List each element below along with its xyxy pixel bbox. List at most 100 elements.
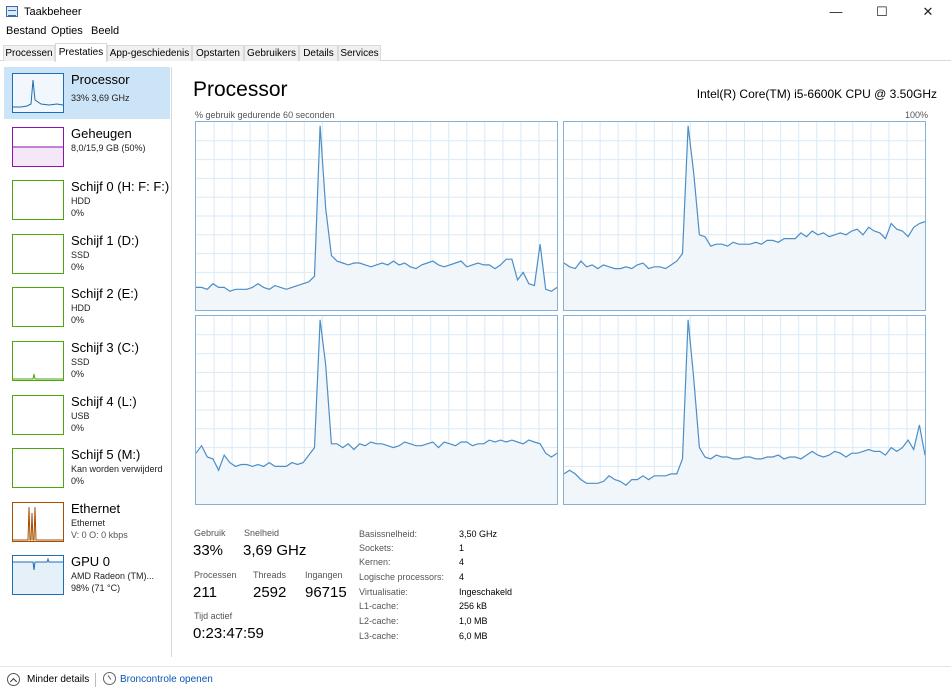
processor-thumbnail [12, 73, 64, 113]
spec-value: 1,0 MB [459, 616, 488, 626]
spec-label: L1-cache: [359, 601, 399, 611]
threads-label: Threads [253, 570, 287, 580]
sidebar-item-processor[interactable]: Processor 33% 3,69 GHz [4, 67, 170, 119]
sidebar-item-usage: V: 0 O: 0 kbps [71, 530, 128, 540]
sidebar-item-title: Schijf 1 (D:) [71, 233, 139, 248]
sidebar-item-gpu-0[interactable]: GPU 0 AMD Radeon (TM)... 98% (71 °C) [4, 549, 170, 601]
tab-gebruikers[interactable]: Gebruikers [244, 45, 299, 61]
spec-label: Logische processors: [359, 572, 445, 582]
sidebar-item-title: Schijf 4 (L:) [71, 394, 137, 409]
sidebar-item-ethernet[interactable]: Ethernet Ethernet V: 0 O: 0 kbps [4, 496, 170, 548]
sidebar-item-usage: 0% [71, 476, 85, 486]
ethernet-thumbnail [12, 502, 64, 542]
minimize-button[interactable]: — [813, 0, 859, 24]
sidebar-item-schijf-3[interactable]: Schijf 3 (C:) SSD 0% [4, 335, 170, 387]
sidebar-item-usage: 0% [71, 423, 85, 433]
cpu-core-3-chart [564, 316, 925, 504]
sidebar-item-detail: Ethernet [71, 518, 106, 528]
maximize-button[interactable]: ☐ [859, 0, 905, 24]
gpu-thumbnail [12, 555, 64, 595]
chevron-up-icon[interactable] [7, 673, 20, 686]
disk-thumbnail [12, 234, 64, 274]
cpu-model-name: Intel(R) Core(TM) i5-6600K CPU @ 3.50GHz [696, 87, 937, 101]
sidebar-item-title: Schijf 5 (M:) [71, 447, 141, 462]
window-title: Taakbeheer [24, 6, 82, 18]
task-manager-icon [6, 6, 18, 17]
sidebar-item-schijf-4[interactable]: Schijf 4 (L:) USB 0% [4, 389, 170, 441]
sidebar-item-detail: SSD [71, 250, 90, 260]
sidebar-item-usage: 0% [71, 208, 85, 218]
spec-label: L2-cache: [359, 616, 399, 626]
uptime-value: 0:23:47:59 [193, 625, 264, 642]
spec-value: 1 [459, 543, 465, 553]
menu-opties[interactable]: Opties [51, 25, 83, 37]
sidebar-item-geheugen[interactable]: Geheugen 8,0/15,9 GB (50%) [4, 121, 170, 173]
footer-bar: Minder details Broncontrole openen [0, 666, 951, 692]
sidebar-item-schijf-5[interactable]: Schijf 5 (M:) Kan worden verwijderd 0% [4, 442, 170, 494]
spec-label: Sockets: [359, 543, 394, 553]
graph-caption: % gebruik gedurende 60 seconden [195, 110, 335, 120]
sidebar-item-title: GPU 0 [71, 554, 111, 569]
tab-processen[interactable]: Processen [3, 45, 55, 61]
sidebar-item-title: Schijf 2 (E:) [71, 286, 139, 301]
tab-prestaties[interactable]: Prestaties [55, 43, 107, 62]
memory-thumbnail [12, 127, 64, 167]
resource-monitor-icon [103, 672, 116, 685]
disk-thumbnail [12, 395, 64, 435]
title-bar: Taakbeheer — ☐ ✕ [0, 0, 951, 24]
processes-label: Processen [194, 570, 237, 580]
spec-value: 4 [459, 572, 465, 582]
spec-label: L3-cache: [359, 631, 399, 641]
graph-max-label: 100% [905, 110, 929, 120]
sidebar-item-detail: AMD Radeon (TM)... [71, 571, 155, 581]
cpu-core-graph-2 [195, 315, 558, 505]
sidebar-item-detail: HDD [71, 196, 91, 206]
spec-value: 6,0 MB [459, 631, 488, 641]
speed-value: 3,69 GHz [243, 542, 307, 559]
tab-strip: Processen Prestaties App-geschiedenis Op… [0, 43, 951, 62]
tab-app-geschiedenis[interactable]: App-geschiedenis [107, 45, 192, 61]
disk-thumbnail [12, 287, 64, 327]
less-details-link[interactable]: Minder details [27, 674, 89, 685]
close-button[interactable]: ✕ [905, 0, 951, 24]
spec-label: Virtualisatie: [359, 587, 408, 597]
spec-value: 256 kB [459, 601, 488, 611]
usage-value: 33% [193, 542, 224, 559]
cpu-core-1-chart [564, 122, 925, 310]
tab-opstarten[interactable]: Opstarten [192, 45, 244, 61]
sidebar-item-usage: 0% [71, 369, 85, 379]
cpu-core-graph-1 [563, 121, 926, 311]
disk-thumbnail [12, 341, 64, 381]
menu-beeld[interactable]: Beeld [91, 25, 119, 37]
sidebar-item-title: Ethernet [71, 501, 121, 516]
resource-monitor-link[interactable]: Broncontrole openen [120, 674, 213, 685]
cpu-core-graph-0 [195, 121, 558, 311]
sidebar-item-title: Processor [71, 72, 130, 87]
menu-bestand[interactable]: Bestand [6, 25, 46, 37]
page-title: Processor [193, 78, 288, 101]
processes-value: 211 [193, 584, 217, 601]
sidebar-item-detail: 8,0/15,9 GB (50%) [71, 143, 146, 153]
spec-value: 3,50 GHz [459, 529, 498, 539]
sidebar-item-title: Geheugen [71, 126, 132, 141]
usage-label: Gebruik [194, 528, 226, 538]
sidebar-item-detail: HDD [71, 303, 91, 313]
spec-value: 4 [459, 557, 465, 567]
uptime-label: Tijd actief [194, 611, 233, 621]
sidebar-item-schijf-2[interactable]: Schijf 2 (E:) HDD 0% [4, 281, 170, 333]
sidebar-item-title: Schijf 0 (H: F: F:) [71, 179, 170, 194]
tab-details[interactable]: Details [299, 45, 338, 61]
tab-services[interactable]: Services [338, 45, 381, 61]
sidebar-item-detail: Kan worden verwijderd [71, 464, 163, 474]
cpu-core-graph-3 [563, 315, 926, 505]
spec-label: Basissnelheid: [359, 529, 418, 539]
handles-label: Ingangen [305, 570, 343, 580]
sidebar-item-usage: 0% [71, 262, 85, 272]
sidebar-item-schijf-0[interactable]: Schijf 0 (H: F: F:) HDD 0% [4, 174, 170, 226]
sidebar-item-schijf-1[interactable]: Schijf 1 (D:) SSD 0% [4, 228, 170, 280]
sidebar-item-usage: 98% (71 °C) [71, 583, 121, 593]
sidebar-item-detail: 33% 3,69 GHz [71, 93, 130, 103]
spec-value: Ingeschakeld [459, 587, 513, 597]
sidebar-item-detail: USB [71, 411, 90, 421]
cpu-core-0-chart [196, 122, 557, 310]
